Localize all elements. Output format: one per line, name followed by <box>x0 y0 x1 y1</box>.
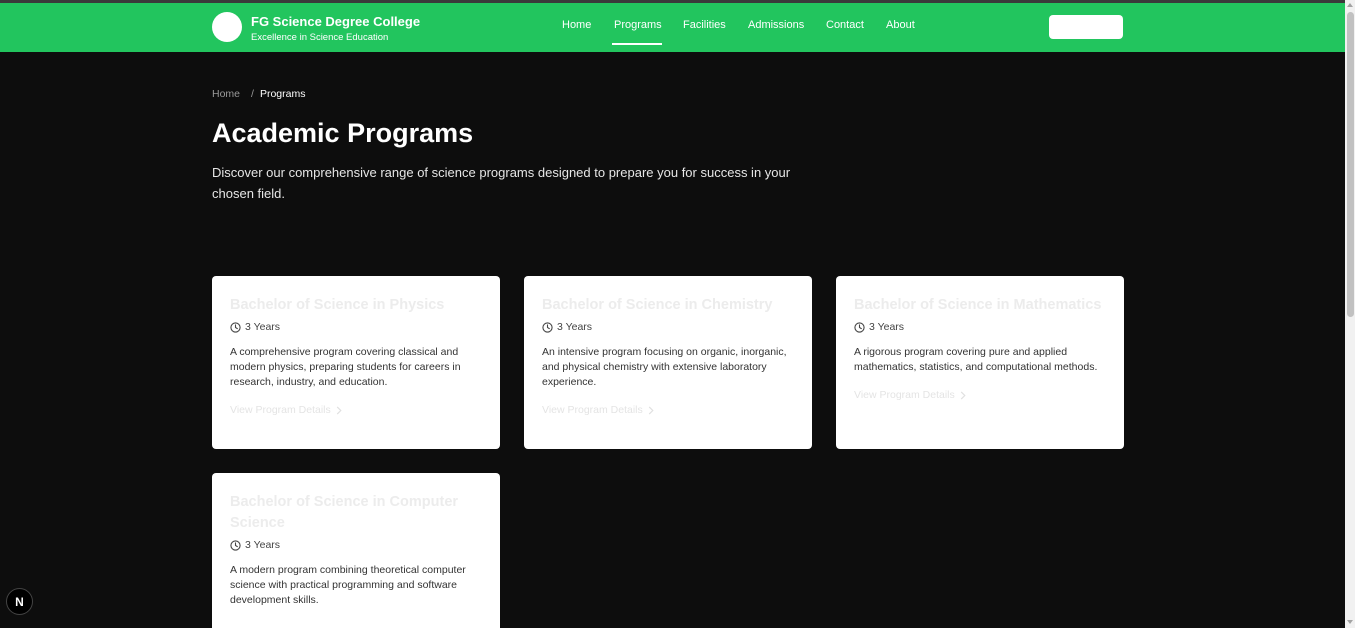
program-card-chemistry[interactable]: Bachelor of Science in Chemistry 3 Years… <box>524 276 812 449</box>
program-description: A modern program combining theoretical c… <box>230 564 466 606</box>
chevron-right-icon <box>960 390 966 400</box>
program-duration-text: 3 Years <box>869 321 905 333</box>
view-program-details-link[interactable]: View Program Details <box>230 404 482 416</box>
nav-item-about[interactable]: About <box>886 19 915 31</box>
program-title[interactable]: Bachelor of Science in Computer Science <box>230 492 482 534</box>
program-duration-text: 3 Years <box>245 321 281 333</box>
clock-icon <box>230 321 241 333</box>
nav-item-programs[interactable]: Programs <box>614 19 662 31</box>
chevron-right-icon <box>336 405 342 415</box>
program-duration: 3 Years <box>542 321 794 333</box>
site-header: FG Science Degree College Excellence in … <box>0 3 1345 52</box>
program-duration: 3 Years <box>230 539 482 551</box>
view-program-details-link[interactable]: View Program Details <box>542 404 794 416</box>
clock-icon <box>230 539 241 551</box>
breadcrumb-home-link[interactable]: Home <box>212 88 240 100</box>
college-logo[interactable] <box>212 12 242 42</box>
breadcrumb-separator: / <box>251 88 254 100</box>
program-duration-text: 3 Years <box>557 321 593 333</box>
view-program-details-label[interactable]: View Program Details <box>542 404 643 416</box>
clock-icon <box>854 321 865 333</box>
program-card-mathematics[interactable]: Bachelor of Science in Mathematics 3 Yea… <box>836 276 1124 449</box>
nav-item-admissions[interactable]: Admissions <box>748 19 804 31</box>
breadcrumb-current: Programs <box>259 88 306 100</box>
program-card-physics[interactable]: Bachelor of Science in Physics 3 Years A… <box>212 276 500 449</box>
program-card-computer-science[interactable]: Bachelor of Science in Computer Science … <box>212 473 500 628</box>
nav-item-facilities[interactable]: Facilities <box>683 19 726 31</box>
page-title: Academic Programs <box>212 118 474 148</box>
brand-tagline: Excellence in Science Education <box>251 32 389 43</box>
program-duration-text: 3 Years <box>245 539 281 551</box>
program-duration: 3 Years <box>854 321 1106 333</box>
program-title[interactable]: Bachelor of Science in Chemistry <box>542 295 794 316</box>
scroll-up-arrow-icon[interactable] <box>1347 3 1353 7</box>
header-action-button[interactable] <box>1049 15 1123 39</box>
chevron-right-icon <box>648 405 654 415</box>
nav-item-contact[interactable]: Contact <box>826 19 864 31</box>
program-title[interactable]: Bachelor of Science in Physics <box>230 295 482 316</box>
framework-dev-badge[interactable]: N <box>6 588 33 615</box>
program-duration: 3 Years <box>230 321 482 333</box>
program-description: A comprehensive program covering classic… <box>230 346 461 388</box>
program-description: An intensive program focusing on organic… <box>542 346 787 388</box>
nav-item-home[interactable]: Home <box>562 19 591 31</box>
clock-icon <box>542 321 553 333</box>
page-description: Discover our comprehensive range of scie… <box>212 165 791 201</box>
program-description: A rigorous program covering pure and app… <box>854 346 1098 373</box>
view-program-details-label[interactable]: View Program Details <box>854 389 955 401</box>
scroll-down-arrow-icon[interactable] <box>1347 620 1353 624</box>
breadcrumb: Home / Programs <box>212 88 305 100</box>
brand-name[interactable]: FG Science Degree College <box>251 14 420 29</box>
program-title[interactable]: Bachelor of Science in Mathematics <box>854 295 1106 316</box>
active-nav-indicator <box>612 43 662 45</box>
scrollbar-thumb[interactable] <box>1347 12 1354 317</box>
view-program-details-link[interactable]: View Program Details <box>854 389 1106 401</box>
view-program-details-label[interactable]: View Program Details <box>230 404 331 416</box>
